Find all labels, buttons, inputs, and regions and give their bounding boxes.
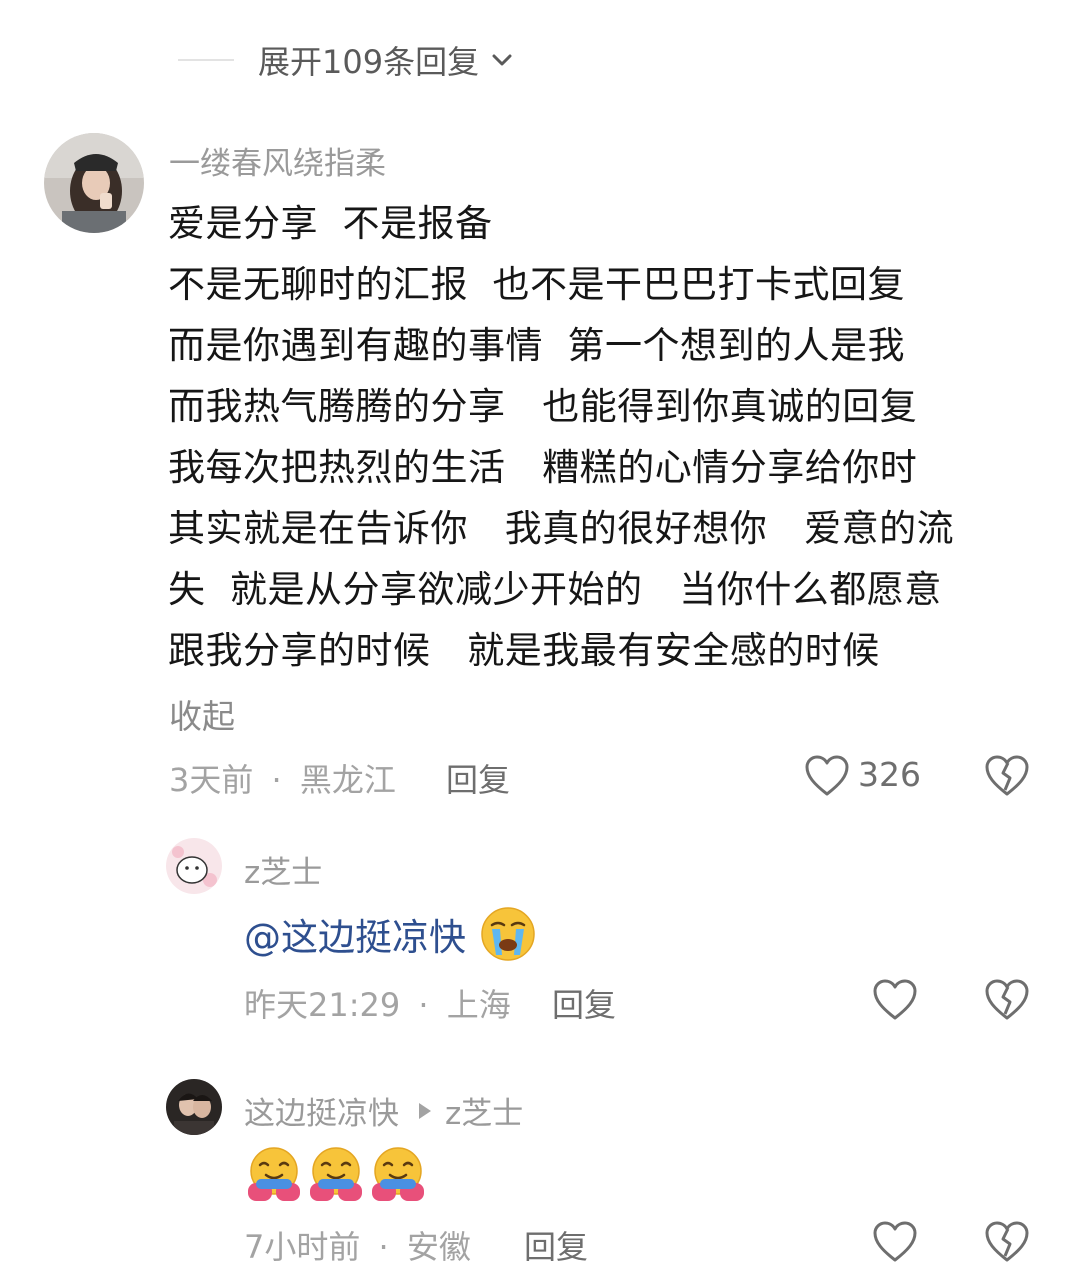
dislike-icon[interactable] [984, 1220, 1030, 1264]
expand-replies-row[interactable]: 展开109条回复 [178, 36, 517, 84]
reply-button[interactable]: 回复 [524, 1222, 588, 1268]
dislike-icon[interactable] [984, 978, 1030, 1022]
meta-separator: · [271, 761, 282, 799]
like-count: 326 [858, 755, 921, 794]
reply-location: 上海 [446, 986, 511, 1024]
mention-link[interactable]: @这边挺凉快 [244, 907, 466, 961]
comment-location: 黑龙江 [299, 761, 396, 799]
comment-time: 3天前 [169, 761, 254, 799]
hugging-face-icon [368, 1145, 428, 1205]
chevron-down-icon[interactable] [487, 45, 517, 75]
heart-icon[interactable] [804, 754, 850, 798]
comment-line: 而是你遇到有趣的事情 第一个想到的人是我 [168, 324, 906, 367]
meta-separator: · [418, 986, 429, 1024]
comment-username[interactable]: 一缕春风绕指柔 [169, 138, 386, 183]
hugging-face-icon [306, 1145, 366, 1205]
reply-location: 安徽 [406, 1228, 471, 1266]
reply-body [244, 1145, 428, 1205]
reply-to-username[interactable]: z芝士 [445, 1088, 523, 1133]
divider-line [178, 59, 234, 61]
heart-icon[interactable] [872, 1220, 918, 1264]
comment-line: 而我热气腾腾的分享 也能得到你真诚的回复 [168, 385, 918, 428]
comment-line: 其实就是在告诉你 我真的很好想你 爱意的流 [168, 507, 955, 550]
comment-line: 不是无聊时的汇报 也不是干巴巴打卡式回复 [168, 263, 906, 306]
reply-username[interactable]: z芝士 [244, 847, 322, 892]
reply-avatar[interactable] [166, 838, 222, 894]
reply-body: @这边挺凉快 [244, 905, 538, 963]
hugging-face-icon [244, 1145, 304, 1205]
comment-body: 爱是分享 不是报备 不是无聊时的汇报 也不是干巴巴打卡式回复 而是你遇到有趣的事… [168, 193, 954, 681]
crying-face-icon [478, 905, 538, 963]
comment-line: 我每次把热烈的生活 糟糕的心情分享给你时 [168, 446, 918, 489]
comment-line: 爱是分享 不是报备 [168, 202, 493, 245]
collapse-button[interactable]: 收起 [169, 690, 235, 738]
reply-meta: 昨天21:29 · 上海 [244, 980, 511, 1026]
reply-time: 昨天21:29 [244, 986, 401, 1024]
reply-meta: 7小时前 · 安徽 [244, 1222, 471, 1268]
avatar[interactable] [44, 133, 144, 233]
heart-icon[interactable] [872, 978, 918, 1022]
reply-avatar[interactable] [166, 1079, 222, 1135]
dislike-icon[interactable] [984, 754, 1030, 798]
reply-username-row: 这边挺凉快 z芝士 [244, 1088, 523, 1133]
comment-meta: 3天前 · 黑龙江 [169, 755, 396, 801]
reply-arrow-icon [417, 1101, 433, 1121]
meta-separator: · [378, 1228, 389, 1266]
reply-time: 7小时前 [244, 1228, 361, 1266]
reply-button[interactable]: 回复 [446, 755, 510, 801]
expand-replies-label[interactable]: 展开109条回复 [258, 37, 479, 83]
reply-button[interactable]: 回复 [552, 980, 616, 1026]
comment-line: 失 就是从分享欲减少开始的 当你什么都愿意 [168, 568, 942, 611]
comment-line: 跟我分享的时候 就是我最有安全感的时候 [168, 629, 880, 672]
reply-username[interactable]: 这边挺凉快 [244, 1088, 399, 1133]
